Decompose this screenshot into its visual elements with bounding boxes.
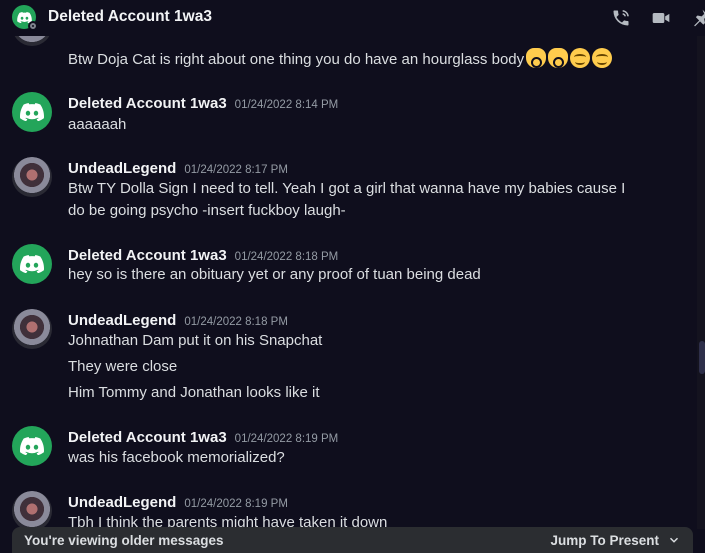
message-list: Btw Doja Cat is right about one thing yo…	[0, 36, 696, 529]
message-text-content: Johnathan Dam put it on his Snapchat	[68, 332, 323, 349]
older-messages-text: You're viewing older messages	[24, 532, 224, 548]
message-text: Btw Doja Cat is right about one thing yo…	[68, 48, 613, 71]
message-text-content: aaaaaah	[68, 116, 127, 133]
message-text-content: Btw TY Dolla Sign I need to tell. Yeah I…	[68, 180, 626, 197]
ok-hand-emoji-icon	[526, 48, 547, 68]
username[interactable]: Deleted Account 1wa3	[68, 429, 227, 446]
jump-to-present-label: Jump To Present	[550, 532, 659, 548]
message-text-content: was his facebook memorialized?	[68, 449, 285, 466]
message-text: Btw TY Dolla Sign I need to tell. Yeah I…	[68, 178, 625, 200]
discord-default-avatar[interactable]	[12, 92, 52, 132]
timestamp: 01/24/2022 8:18 PM	[234, 251, 339, 263]
message-text: hey so is there an obituary yet or any p…	[68, 264, 481, 286]
username[interactable]: UndeadLegend	[68, 160, 176, 177]
message-text-content: Him Tommy and Jonathan looks like it	[68, 384, 320, 401]
discord-logo-icon	[20, 437, 44, 455]
user-avatar[interactable]	[12, 309, 52, 349]
jump-to-present-button[interactable]: Jump To Present	[550, 533, 681, 548]
page-title: Deleted Account 1wa3	[48, 8, 212, 25]
message-header: UndeadLegend 01/24/2022 8:19 PM	[68, 494, 288, 511]
timestamp: 01/24/2022 8:18 PM	[184, 316, 288, 328]
chevron-down-icon	[669, 537, 679, 543]
username[interactable]: UndeadLegend	[68, 312, 176, 329]
phone-call-icon[interactable]	[611, 8, 631, 28]
older-messages-bar: You're viewing older messages Jump To Pr…	[12, 527, 693, 553]
username[interactable]: Deleted Account 1wa3	[68, 247, 227, 264]
username[interactable]: UndeadLegend	[68, 494, 176, 511]
message-header: UndeadLegend 01/24/2022 8:18 PM	[68, 312, 288, 329]
message-text: do be going psycho -insert fuckboy laugh…	[68, 200, 346, 222]
timestamp: 01/24/2022 8:14 PM	[234, 99, 339, 111]
ok-hand-emoji-icon	[548, 48, 569, 68]
discord-default-avatar[interactable]	[12, 426, 52, 466]
message-text: Johnathan Dam put it on his Snapchat	[68, 330, 322, 352]
message-text-content: They were close	[68, 358, 178, 375]
message-text-content: hey so is there an obituary yet or any p…	[68, 266, 481, 283]
discord-logo-icon	[20, 103, 44, 121]
user-avatar[interactable]	[12, 491, 52, 529]
scrollbar-track[interactable]	[697, 36, 705, 529]
relieved-face-emoji-icon	[570, 48, 591, 68]
relieved-face-emoji-icon	[592, 48, 613, 68]
message-header: Deleted Account 1wa3 01/24/2022 8:14 PM	[68, 95, 338, 112]
video-camera-icon[interactable]	[651, 8, 671, 28]
message-header: UndeadLegend 01/24/2022 8:17 PM	[68, 160, 288, 177]
username[interactable]: Deleted Account 1wa3	[68, 95, 227, 112]
message-text-content: Btw Doja Cat is right about one thing yo…	[68, 51, 525, 68]
message-header: Deleted Account 1wa3 01/24/2022 8:19 PM	[68, 429, 338, 446]
message-text: They were close	[68, 356, 177, 378]
timestamp: 01/24/2022 8:19 PM	[234, 433, 339, 445]
message-text: was his facebook memorialized?	[68, 447, 285, 469]
scrollbar-thumb[interactable]	[699, 341, 705, 374]
message-header: Deleted Account 1wa3 01/24/2022 8:18 PM	[68, 247, 338, 264]
status-indicator	[28, 21, 38, 31]
dm-header: Deleted Account 1wa3	[0, 0, 705, 36]
message-text: aaaaaah	[68, 114, 126, 136]
header-avatar[interactable]	[12, 5, 38, 31]
dm-window: Deleted Account 1wa3 Btw Doja Cat is rig…	[0, 0, 705, 553]
message-text: Him Tommy and Jonathan looks like it	[68, 382, 320, 404]
user-avatar[interactable]	[12, 36, 52, 46]
timestamp: 01/24/2022 8:19 PM	[184, 498, 288, 510]
discord-logo-icon	[20, 255, 44, 273]
discord-default-avatar[interactable]	[12, 244, 52, 284]
timestamp: 01/24/2022 8:17 PM	[184, 164, 288, 176]
user-avatar[interactable]	[12, 157, 52, 197]
pin-icon[interactable]	[690, 8, 705, 28]
message-text-content: do be going psycho -insert fuckboy laugh…	[68, 202, 346, 219]
